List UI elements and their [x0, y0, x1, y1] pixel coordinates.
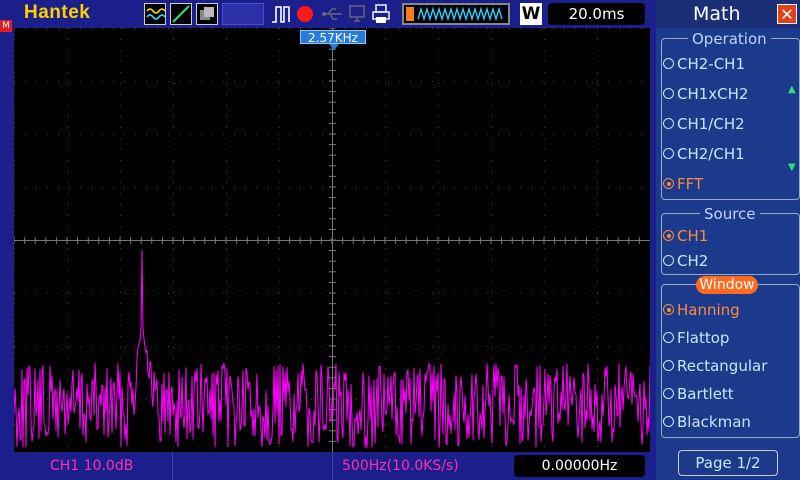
window-option-rectangular[interactable]: Rectangular [663, 357, 767, 375]
usb-icon [320, 3, 346, 25]
option-label: Blackman [677, 413, 751, 431]
radio-icon [663, 388, 674, 399]
record-icon[interactable] [294, 3, 316, 25]
trigger-slope-icon[interactable] [170, 3, 192, 25]
math-channel-marker-icon: M [0, 20, 12, 32]
scroll-up-icon[interactable]: ▲ [788, 84, 796, 95]
radio-icon [663, 416, 674, 427]
status-bar: CH1 10.0dB 500Hz(10.0KS/s) 0.00000Hz [0, 452, 656, 480]
scroll-down-icon[interactable]: ▼ [788, 162, 796, 173]
wave-icon[interactable] [144, 3, 166, 25]
option-label: CH2/CH1 [677, 145, 745, 163]
option-label: CH2 [677, 252, 709, 270]
close-icon[interactable]: ✕ [777, 4, 797, 24]
window-option-bartlett[interactable]: Bartlett [663, 385, 734, 403]
radio-icon [663, 58, 674, 69]
option-label: Flattop [677, 329, 730, 347]
display-mode-icon[interactable] [196, 3, 218, 25]
window-option-flattop[interactable]: Flattop [663, 329, 729, 347]
option-label: CH1 [677, 227, 709, 245]
operation-option-ch2-ch1[interactable]: CH2-CH1 [663, 55, 745, 73]
option-label: CH1xCH2 [677, 85, 749, 103]
page-button[interactable]: Page 1/2 [678, 450, 778, 476]
source-option-ch2[interactable]: CH2 [663, 252, 708, 270]
operation-option-fft[interactable]: FFT [663, 175, 703, 193]
status-box [222, 3, 264, 25]
radio-icon [663, 230, 674, 241]
option-label: CH1/CH2 [677, 115, 745, 133]
radio-icon [663, 255, 674, 266]
math-menu: Math ✕ Operation CH2-CH1 CH1xCH2 CH1/CH2 CH… [656, 0, 800, 480]
window-title: Window [696, 276, 758, 294]
radio-icon [663, 178, 674, 189]
option-label: CH2-CH1 [677, 55, 746, 73]
window-option-blackman[interactable]: Blackman [663, 413, 751, 431]
operation-title: Operation [688, 30, 771, 48]
timebase-readout: 20.0ms [548, 3, 645, 25]
menu-title: Math [693, 3, 741, 25]
marker-pointer-icon [329, 44, 339, 50]
option-label: Rectangular [677, 357, 768, 375]
source-title: Source [700, 205, 760, 223]
radio-icon [663, 332, 674, 343]
option-label: FFT [677, 175, 704, 193]
option-label: Bartlett [677, 385, 734, 403]
source-option-ch1[interactable]: CH1 [663, 227, 708, 245]
frequency-marker[interactable]: 2.57KHz [300, 30, 366, 45]
left-margin: M [0, 20, 14, 452]
window-option-hanning[interactable]: Hanning [663, 301, 740, 319]
ch1-scale: CH1 10.0dB [50, 458, 134, 474]
radio-icon [663, 88, 674, 99]
radio-icon [663, 148, 674, 159]
radio-icon [663, 360, 674, 371]
pulse-icon[interactable] [270, 3, 292, 25]
w-mode-indicator: W [520, 3, 542, 25]
top-toolbar: Hantek W 20.0ms [0, 0, 656, 28]
waveform-grid [13, 27, 651, 453]
operation-option-ch1xch2[interactable]: CH1xCH2 [663, 85, 748, 103]
print-icon[interactable] [370, 3, 392, 25]
monitor-icon [346, 3, 368, 25]
cursor-frequency: 0.00000Hz [514, 455, 645, 477]
divider [332, 452, 333, 480]
option-label: Hanning [677, 301, 740, 319]
radio-icon [663, 304, 674, 315]
divider [172, 452, 173, 480]
waveform-display[interactable] [13, 27, 651, 453]
waveform-memory-icon [402, 3, 510, 25]
radio-icon [663, 118, 674, 129]
operation-option-ch2-ch1[interactable]: CH2/CH1 [663, 145, 745, 163]
sample-rate: 500Hz(10.0KS/s) [342, 458, 459, 474]
operation-option-ch1-ch2[interactable]: CH1/CH2 [663, 115, 745, 133]
brand-logo: Hantek [24, 2, 91, 23]
